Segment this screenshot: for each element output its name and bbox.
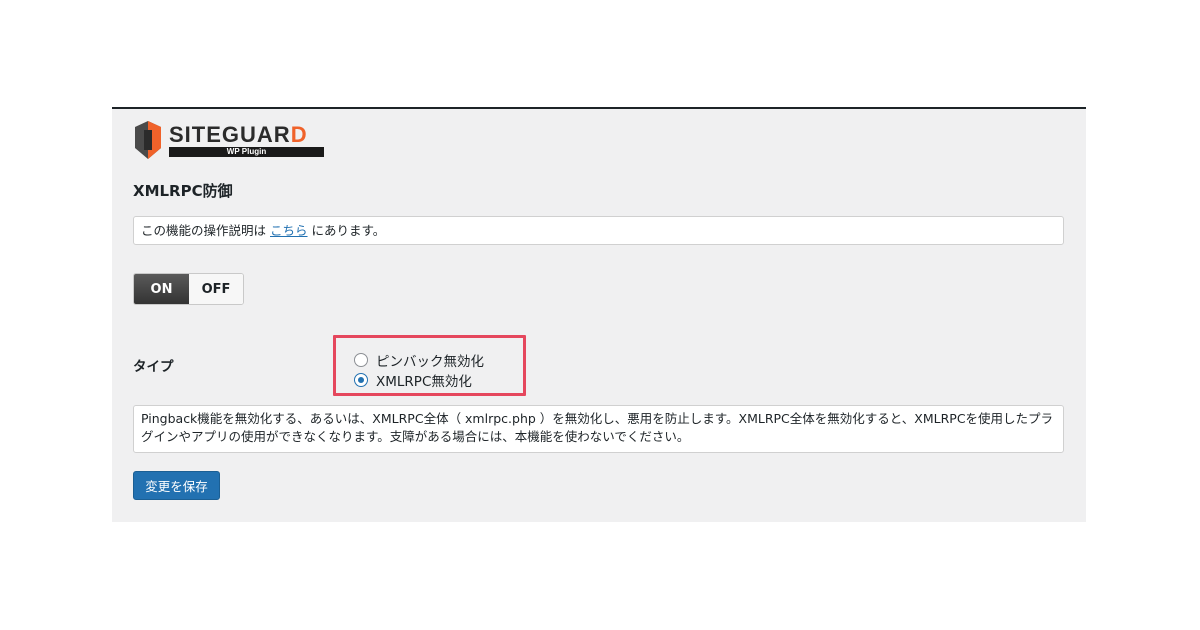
toggle-off-button[interactable]: OFF [189, 274, 243, 304]
radio-option-label: XMLRPC無効化 [376, 374, 472, 390]
help-link[interactable]: こちら [270, 223, 308, 238]
radio-option-xmlrpc[interactable]: XMLRPC無効化 [354, 370, 472, 390]
toggle-on-button[interactable]: ON [134, 274, 189, 304]
siteguard-logo: SITEGUARD WP Plugin [133, 120, 328, 162]
shield-logo-icon [135, 121, 161, 159]
notice-suffix: にあります。 [311, 223, 386, 238]
type-label: タイプ [133, 359, 174, 375]
notice-prefix: この機能の操作説明は [141, 223, 267, 238]
type-description: Pingback機能を無効化する、あるいは、XMLRPC全体（ xmlrpc.p… [133, 405, 1064, 453]
save-changes-button[interactable]: 変更を保存 [133, 471, 220, 500]
logo-wordmark: SITEGUARD [169, 122, 308, 147]
radio-unchecked-icon[interactable] [354, 353, 368, 367]
logo-subtitle: WP Plugin [169, 147, 324, 157]
on-off-toggle: ON OFF [133, 273, 244, 305]
radio-checked-icon[interactable] [354, 373, 368, 387]
radio-option-pingback[interactable]: ピンバック無効化 [354, 350, 484, 370]
page-title: XMLRPC防御 [133, 182, 233, 200]
settings-panel: SITEGUARD WP Plugin XMLRPC防御 この機能の操作説明はこ… [112, 107, 1086, 522]
help-notice: この機能の操作説明は こちら にあります。 [133, 216, 1064, 245]
radio-option-label: ピンバック無効化 [376, 354, 484, 370]
